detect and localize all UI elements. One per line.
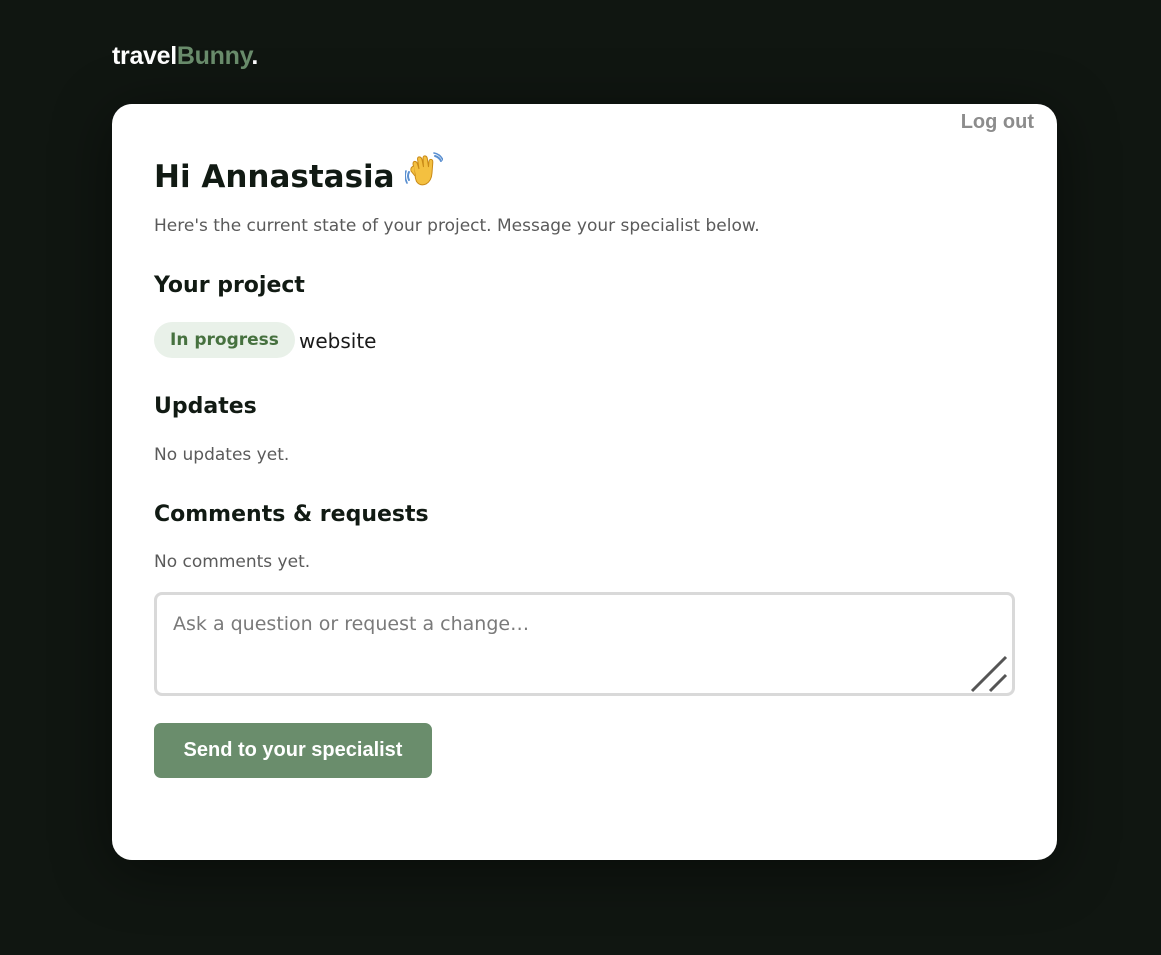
comments-empty-text: No comments yet. — [154, 552, 311, 572]
brand-logo[interactable]: travelBunny. — [112, 40, 258, 72]
greeting-text: Hi Annastasia — [154, 159, 395, 195]
status-badge: In progress — [154, 322, 295, 358]
waving-hand-icon — [404, 152, 443, 186]
comments-heading: Comments & requests — [154, 502, 429, 527]
send-to-specialist-button[interactable]: Send to your specialist — [154, 723, 432, 778]
resize-handle-icon[interactable] — [969, 654, 1009, 694]
brand-logo-part-bunny: Bunny — [176, 42, 252, 70]
project-name: website — [299, 329, 377, 353]
updates-empty-text: No updates yet. — [154, 445, 290, 465]
brand-logo-dot: . — [251, 42, 258, 70]
greeting-heading: Hi Annastasia — [154, 152, 443, 197]
brand-logo-part-travel: travel — [112, 42, 177, 70]
project-heading: Your project — [154, 273, 305, 298]
logout-button[interactable]: Log out — [961, 111, 1034, 134]
intro-text: Here's the current state of your project… — [154, 216, 760, 236]
updates-heading: Updates — [154, 394, 257, 419]
comment-input[interactable] — [154, 592, 1015, 696]
project-card: Log out Hi Annastasia Here's the current… — [112, 104, 1057, 860]
